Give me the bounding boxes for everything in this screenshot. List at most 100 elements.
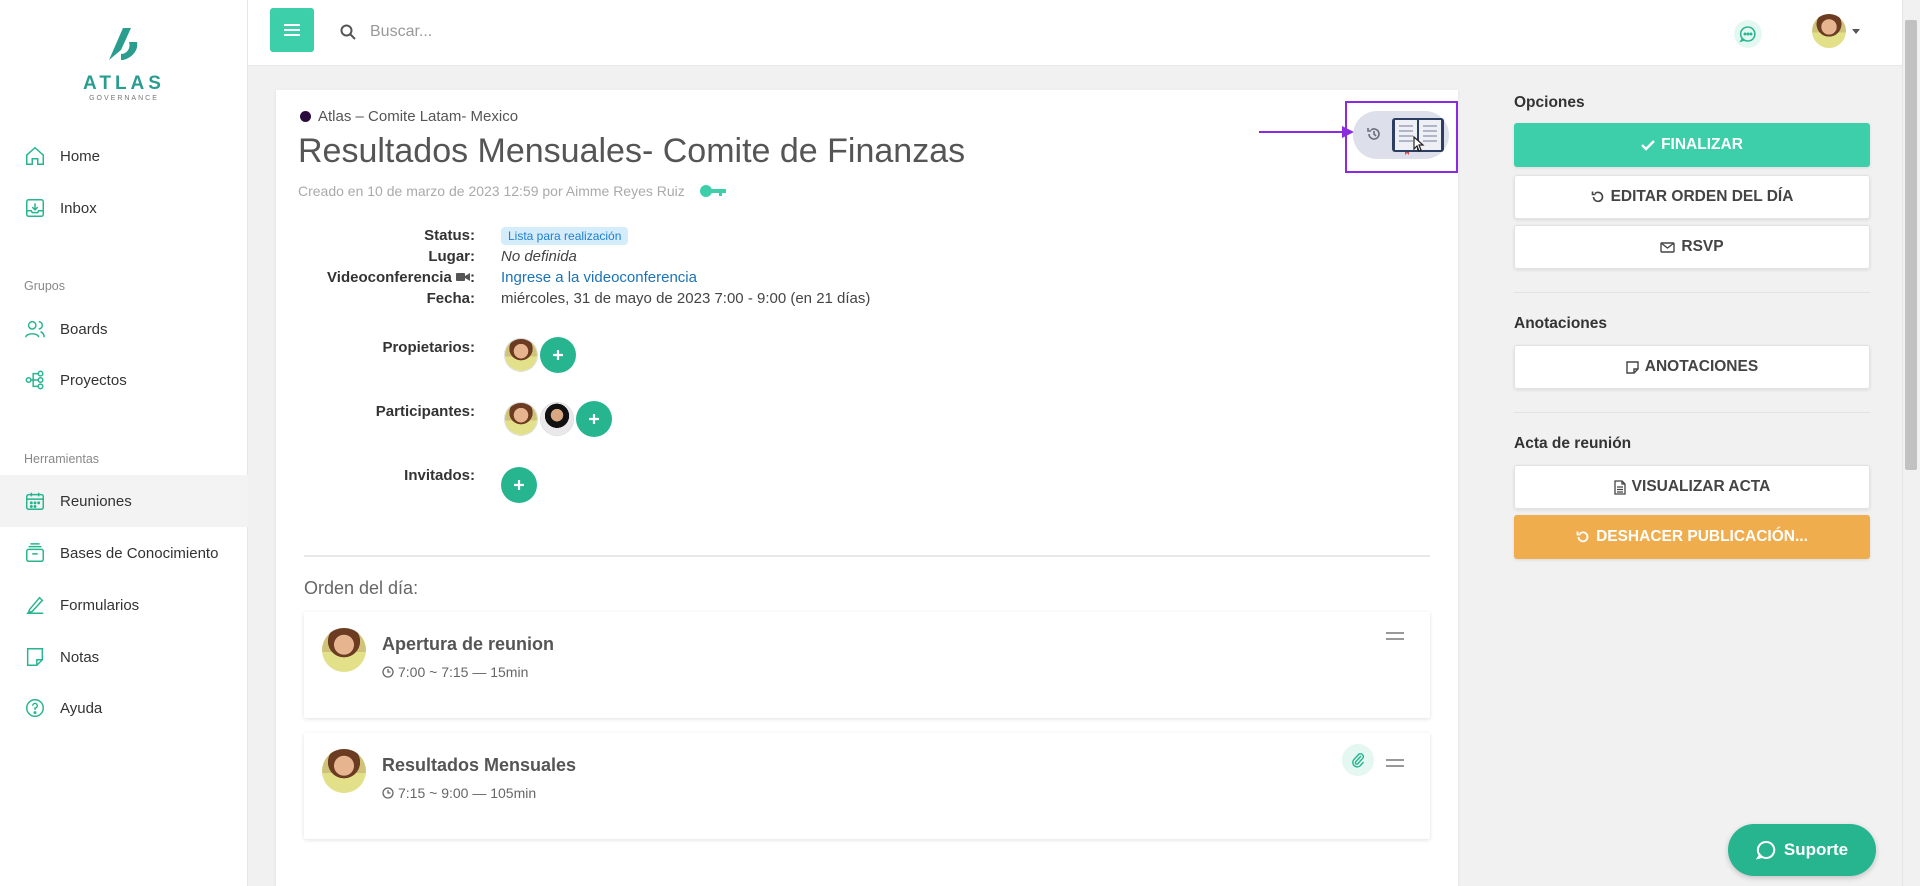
sidebar-item-label: Bases de Conocimiento [60,544,219,562]
sidebar-item-label: Formularios [60,596,140,614]
lugar-value: No definida [501,248,577,265]
scrollbar[interactable] [1902,0,1920,886]
videoconferencia-colon: : [470,269,475,286]
participantes-label: Participantes: [375,403,475,420]
sidebar-item-boards[interactable]: Boards [0,303,248,355]
sidebar-item-reuniones[interactable]: Reuniones [0,475,248,527]
attachment-icon[interactable] [1342,744,1374,776]
hamburger-icon [284,24,300,36]
avatar[interactable] [540,402,574,436]
topbar [248,0,1902,66]
search-input[interactable] [370,18,870,46]
drag-handle-icon[interactable] [1386,632,1404,644]
propietarios-list [504,337,576,373]
page-title: Resultados Mensuales- Comite de Finanzas [298,132,966,170]
status-badge: Lista para realización [501,227,629,245]
chat-bubble-icon [1755,840,1776,860]
status-value: Lista para realización [501,227,629,245]
agenda-item-time: 7:15 ~ 9:00 — 105min [382,785,536,801]
divider [304,555,1430,557]
menu-toggle-button[interactable] [270,8,314,52]
created-text: Creado en 10 de marzo de 2023 12:59 por … [298,183,685,199]
view-toggle[interactable] [1353,111,1449,159]
drag-handle-icon[interactable] [1386,759,1404,771]
invitados-label: Invitados: [404,467,475,484]
key-icon[interactable] [699,184,727,198]
undo-icon [1591,191,1603,203]
sidebar-item-inbox[interactable]: Inbox [0,182,248,234]
document-icon [1614,479,1626,495]
add-guest-button[interactable] [501,467,537,503]
logo-subtext: GOVERNANCE [89,95,159,102]
divider [1514,412,1870,413]
avatar [322,628,366,672]
editar-orden-button[interactable]: EDITAR ORDEN DEL DÍA [1514,175,1870,219]
sidebar-item-formularios[interactable]: Formularios [0,579,248,631]
sidebar-item-label: Ayuda [60,699,103,717]
search-icon [340,24,356,40]
calendar-icon [26,492,44,510]
help-icon [26,699,44,717]
organization-name: Atlas – Comite Latam- Mexico [318,108,519,125]
envelope-icon [1660,241,1676,253]
avatar[interactable] [504,338,538,372]
clock-icon [382,666,394,678]
add-owner-button[interactable] [540,337,576,373]
plus-icon [514,480,524,490]
sidebar-item-label: Home [60,147,101,165]
group-heading-grupos: Grupos [24,279,65,293]
sidebar-item-home[interactable]: Home [0,130,248,182]
scrollbar-thumb[interactable] [1905,20,1917,470]
check-icon [1641,140,1655,151]
book-icon[interactable] [1391,115,1445,155]
visualizar-acta-button[interactable]: VISUALIZAR ACTA [1514,465,1870,509]
invitados-list [501,467,537,503]
deshacer-publicacion-button[interactable]: DESHACER PUBLICACIÓN... [1514,515,1870,559]
meeting-card: Atlas – Comite Latam- Mexico Resultados … [276,90,1458,886]
sidebar-item-bases-de-conocimiento[interactable]: Bases de Conocimiento [0,527,248,579]
chat-icon[interactable] [1734,20,1762,48]
agenda-item[interactable]: Apertura de reunion 7:00 ~ 7:15 — 15min [304,612,1430,718]
add-participant-button[interactable] [576,401,612,437]
sidebar-item-label: Boards [60,320,108,338]
video-camera-icon [456,273,470,281]
sidebar-item-label: Notas [60,648,100,666]
finalizar-button[interactable]: FINALIZAR [1514,123,1870,167]
sidebar-item-ayuda[interactable]: Ayuda [0,682,248,734]
anotaciones-label: ANOTACIONES [1644,358,1759,375]
created-info: Creado en 10 de marzo de 2023 12:59 por … [298,183,727,199]
fecha-label: Fecha: [426,290,475,307]
videoconferencia-link[interactable]: Ingrese a la videoconferencia [501,269,697,286]
support-button[interactable]: Suporte [1728,824,1876,876]
avatar[interactable] [504,402,538,436]
history-icon[interactable] [1366,126,1382,142]
chevron-down-icon[interactable] [1852,29,1860,34]
breadcrumb[interactable]: Atlas – Comite Latam- Mexico [300,108,518,125]
undo-icon [1576,531,1589,543]
sidebar-item-label: Inbox [60,199,97,217]
sidebar-item-notas[interactable]: Notas [0,631,248,683]
avatar [322,749,366,793]
rsvp-label: RSVP [1681,238,1724,255]
archive-icon [26,543,44,562]
anotaciones-button[interactable]: ANOTACIONES [1514,345,1870,389]
users-icon [25,320,45,338]
agenda-item[interactable]: Resultados Mensuales 7:15 ~ 9:00 — 105mi… [304,733,1430,839]
annotation-arrow [1259,131,1345,133]
logo-text: ATLAS [83,73,165,94]
anotaciones-heading: Anotaciones [1514,315,1608,332]
atlas-logo[interactable]: ATLAS GOVERNANCE [80,20,168,102]
videoconferencia-label: Videoconferencia : [327,269,475,286]
opciones-heading: Opciones [1514,94,1585,111]
divider [1514,292,1870,293]
lugar-label: Lugar: [428,248,475,265]
clock-icon [382,787,394,799]
organization-dot-icon [300,111,311,122]
sidebar-item-proyectos[interactable]: Proyectos [0,354,248,406]
atlas-logo-icon [99,20,149,70]
deshacer-publicacion-label: DESHACER PUBLICACIÓN... [1596,528,1808,545]
rsvp-button[interactable]: RSVP [1514,225,1870,269]
user-avatar[interactable] [1812,14,1846,48]
plus-icon [589,414,599,424]
inbox-icon [26,199,44,217]
